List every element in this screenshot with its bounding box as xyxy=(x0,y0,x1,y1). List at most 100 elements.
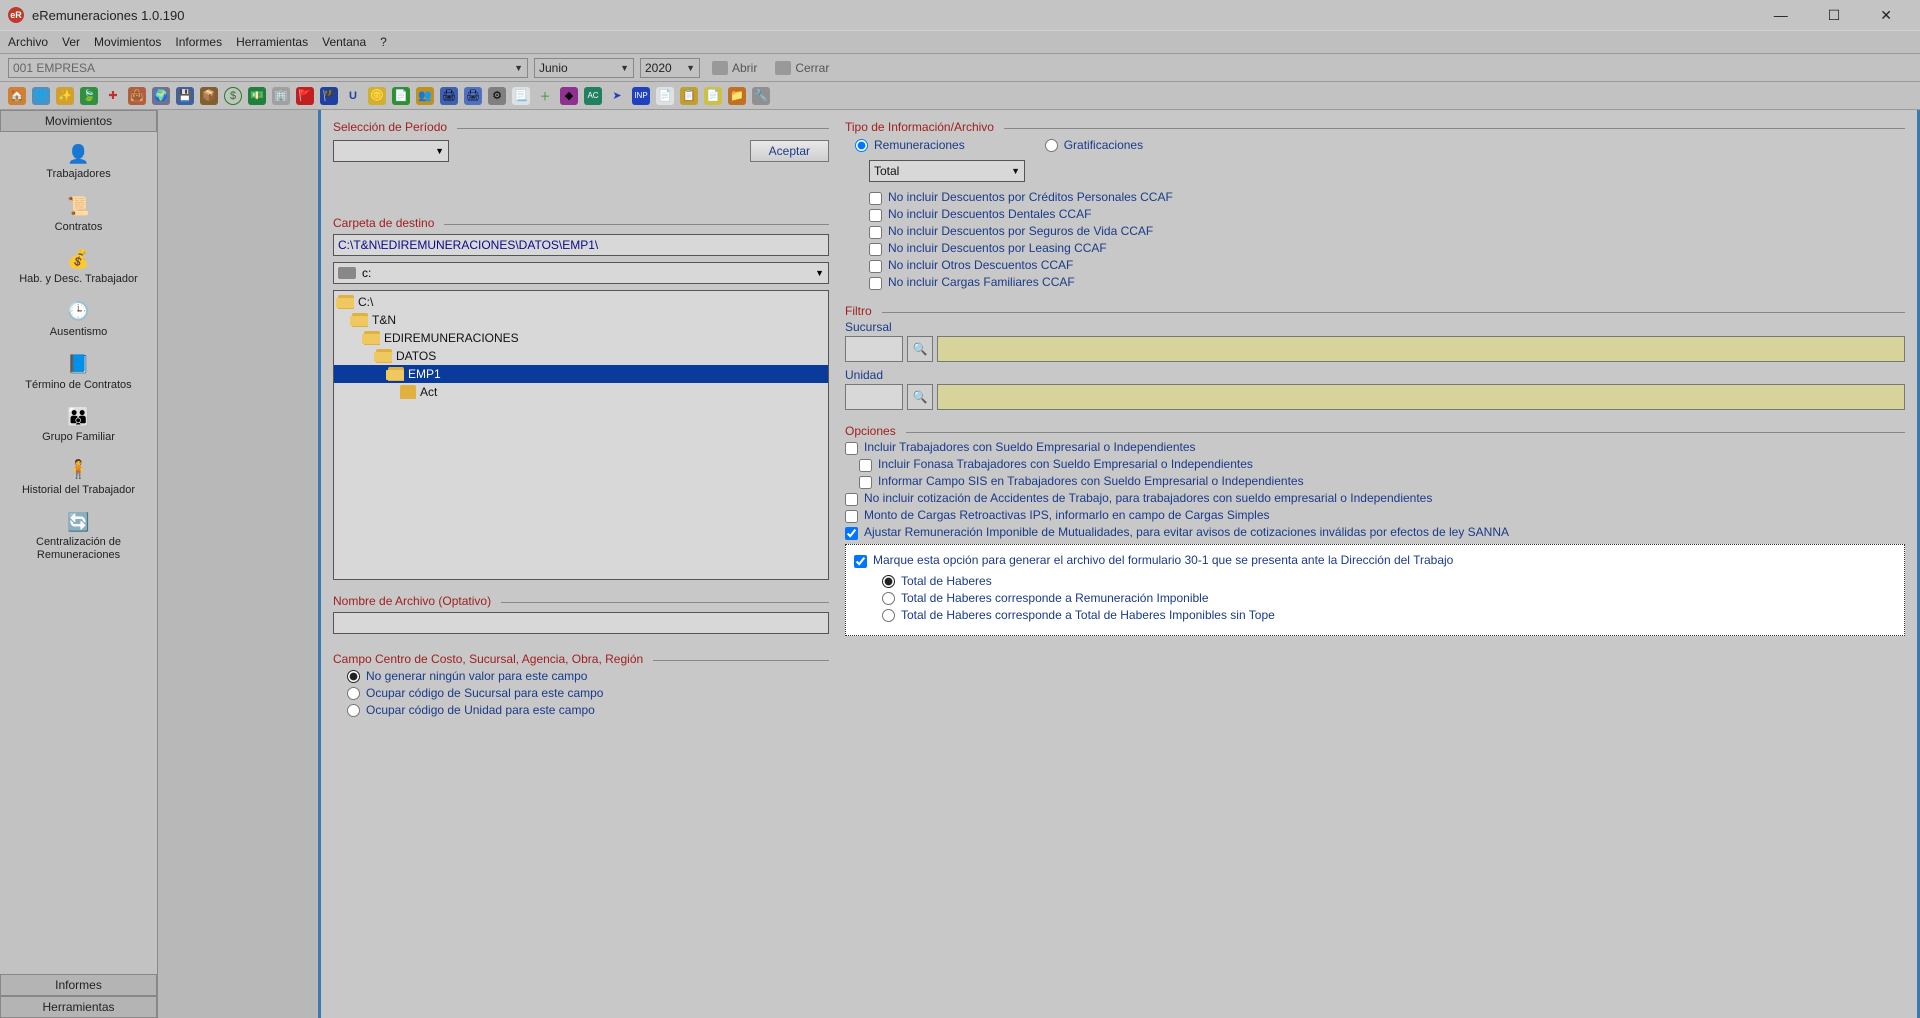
sparkle-icon[interactable]: ✨ xyxy=(56,87,74,105)
unidad-name-input[interactable] xyxy=(937,384,1905,410)
sidebar-item-termino[interactable]: 📘 Término de Contratos xyxy=(0,349,157,400)
checkbox-input[interactable] xyxy=(845,493,858,506)
checkbox-input[interactable] xyxy=(869,243,882,256)
print-icon[interactable]: 🖨 xyxy=(440,87,458,105)
tree-node-c[interactable]: C:\ xyxy=(334,293,828,311)
dollar-icon[interactable]: $ xyxy=(224,87,242,105)
chk-nc6[interactable]: No incluir Cargas Familiares CCAF xyxy=(869,275,1905,290)
doc3-icon[interactable]: 📄 xyxy=(704,87,722,105)
chk-nc4[interactable]: No incluir Descuentos por Leasing CCAF xyxy=(869,241,1905,256)
sidebar-item-contratos[interactable]: 📜 Contratos xyxy=(0,191,157,242)
plus-icon[interactable]: ✚ xyxy=(104,87,122,105)
checkbox-input[interactable] xyxy=(859,459,872,472)
menu-ver[interactable]: Ver xyxy=(62,35,80,49)
checkbox-input[interactable] xyxy=(869,209,882,222)
tree-node-emp1[interactable]: EMP1 xyxy=(334,365,828,383)
chk-nc2[interactable]: No incluir Descuentos Dentales CCAF xyxy=(869,207,1905,222)
checkbox-input[interactable] xyxy=(869,260,882,273)
purple-icon[interactable]: ◆ xyxy=(560,87,578,105)
inp-icon[interactable]: INP xyxy=(632,87,650,105)
page-icon[interactable]: 📃 xyxy=(512,87,530,105)
leaf-icon[interactable]: 🍃 xyxy=(80,87,98,105)
menu-ayuda[interactable]: ? xyxy=(380,35,387,49)
menu-movimientos[interactable]: Movimientos xyxy=(94,35,161,49)
cc-radio-3[interactable]: Ocupar código de Unidad para este campo xyxy=(347,703,829,717)
sidebar-item-ausentismo[interactable]: 🕒 Ausentismo xyxy=(0,296,157,347)
radio-input[interactable] xyxy=(882,575,895,588)
doc2-icon[interactable]: 📄 xyxy=(656,87,674,105)
cc-radio-2[interactable]: Ocupar código de Sucursal para este camp… xyxy=(347,686,829,700)
radio-input[interactable] xyxy=(882,592,895,605)
close-button[interactable]: ✕ xyxy=(1872,3,1900,28)
radio-input[interactable] xyxy=(1045,139,1058,152)
tree-node-edi[interactable]: EDIREMUNERACIONES xyxy=(334,329,828,347)
sidebar-section-informes[interactable]: Informes xyxy=(0,974,157,996)
sucursal-code-input[interactable] xyxy=(845,336,903,362)
plus2-icon[interactable]: ＋ xyxy=(536,87,554,105)
menu-herramientas[interactable]: Herramientas xyxy=(236,35,308,49)
radio-remuneraciones[interactable]: Remuneraciones xyxy=(855,138,965,152)
checkbox-input[interactable] xyxy=(869,277,882,290)
maximize-button[interactable]: ☐ xyxy=(1820,3,1849,28)
checkbox-input[interactable] xyxy=(845,527,858,540)
unidad-lookup-button[interactable]: 🔍 xyxy=(907,384,933,410)
chk-nc5[interactable]: No incluir Otros Descuentos CCAF xyxy=(869,258,1905,273)
building-icon[interactable]: 🏢 xyxy=(272,87,290,105)
nombre-archivo-input[interactable] xyxy=(333,612,829,634)
chk-nc3[interactable]: No incluir Descuentos por Seguros de Vid… xyxy=(869,224,1905,239)
chk-op5[interactable]: Monto de Cargas Retroactivas IPS, inform… xyxy=(845,508,1905,523)
tree-node-tn[interactable]: T&N xyxy=(334,311,828,329)
cc-radio-1[interactable]: No generar ningún valor para este campo xyxy=(347,669,829,683)
radio-input[interactable] xyxy=(347,687,360,700)
globe-icon[interactable]: 🌐 xyxy=(32,87,50,105)
coin-icon[interactable]: 🪙 xyxy=(368,87,386,105)
checkbox-input[interactable] xyxy=(854,555,867,568)
print2-icon[interactable]: 🖨 xyxy=(464,87,482,105)
checkbox-input[interactable] xyxy=(845,442,858,455)
year-select[interactable]: 2020 ▼ xyxy=(640,58,700,78)
folder-tree[interactable]: C:\ T&N EDIREMUNERACIONES DATOS EMP1 Act xyxy=(333,290,829,580)
folder-icon[interactable]: 📁 xyxy=(728,87,746,105)
flag2-icon[interactable]: 🏴 xyxy=(320,87,338,105)
radio-input[interactable] xyxy=(882,609,895,622)
radio-input[interactable] xyxy=(347,704,360,717)
tool-icon[interactable]: 🔧 xyxy=(752,87,770,105)
disk-icon[interactable]: 💾 xyxy=(176,87,194,105)
sidebar-item-habdesc[interactable]: 💰 Hab. y Desc. Trabajador xyxy=(0,243,157,294)
cerrar-button[interactable]: Cerrar xyxy=(769,59,835,77)
chk-op4[interactable]: No incluir cotización de Accidentes de T… xyxy=(845,491,1905,506)
radio-gratificaciones[interactable]: Gratificaciones xyxy=(1045,138,1143,152)
sidebar-item-centralizacion[interactable]: 🔄 Centralización de Remuneraciones xyxy=(0,506,157,569)
sidebar-item-historial[interactable]: 🧍 Historial del Trabajador xyxy=(0,454,157,505)
flag-icon[interactable]: 🚩 xyxy=(296,87,314,105)
globe2-icon[interactable]: 🌍 xyxy=(152,87,170,105)
tree-node-act[interactable]: Act xyxy=(334,383,828,401)
home-icon[interactable]: 🏠 xyxy=(8,87,26,105)
sidebar-section-movimientos[interactable]: Movimientos xyxy=(0,110,157,132)
unidad-code-input[interactable] xyxy=(845,384,903,410)
chk-op3[interactable]: Informar Campo SIS en Trabajadores con S… xyxy=(859,474,1905,489)
periodo-select[interactable]: ▼ xyxy=(333,140,449,162)
drive-select[interactable]: c: ▼ xyxy=(333,262,829,284)
company-select[interactable]: 001 EMPRESA ▼ xyxy=(8,58,528,78)
sucursal-lookup-button[interactable]: 🔍 xyxy=(907,336,933,362)
bag-icon[interactable]: 👜 xyxy=(128,87,146,105)
menu-informes[interactable]: Informes xyxy=(175,35,222,49)
radio-thr3[interactable]: Total de Haberes corresponde a Total de … xyxy=(882,608,1896,622)
chk-op1[interactable]: Incluir Trabajadores con Sueldo Empresar… xyxy=(845,440,1905,455)
checkbox-input[interactable] xyxy=(845,510,858,523)
minimize-button[interactable]: — xyxy=(1766,3,1796,28)
clipboard-icon[interactable]: 📋 xyxy=(680,87,698,105)
sidebar-item-trabajadores[interactable]: 👤 Trabajadores xyxy=(0,138,157,189)
path-input[interactable] xyxy=(333,234,829,256)
chk-op6[interactable]: Ajustar Remuneración Imponible de Mutual… xyxy=(845,525,1905,540)
box-icon[interactable]: 📦 xyxy=(200,87,218,105)
sidebar-item-grupo[interactable]: 👪 Grupo Familiar xyxy=(0,401,157,452)
doc-green-icon[interactable]: 📄 xyxy=(392,87,410,105)
arrow-icon[interactable]: ➤ xyxy=(608,87,626,105)
u-icon[interactable]: U xyxy=(344,87,362,105)
month-select[interactable]: Junio ▼ xyxy=(534,58,634,78)
chk-op2[interactable]: Incluir Fonasa Trabajadores con Sueldo E… xyxy=(859,457,1905,472)
checkbox-input[interactable] xyxy=(869,226,882,239)
sidebar-section-herramientas[interactable]: Herramientas xyxy=(0,996,157,1018)
